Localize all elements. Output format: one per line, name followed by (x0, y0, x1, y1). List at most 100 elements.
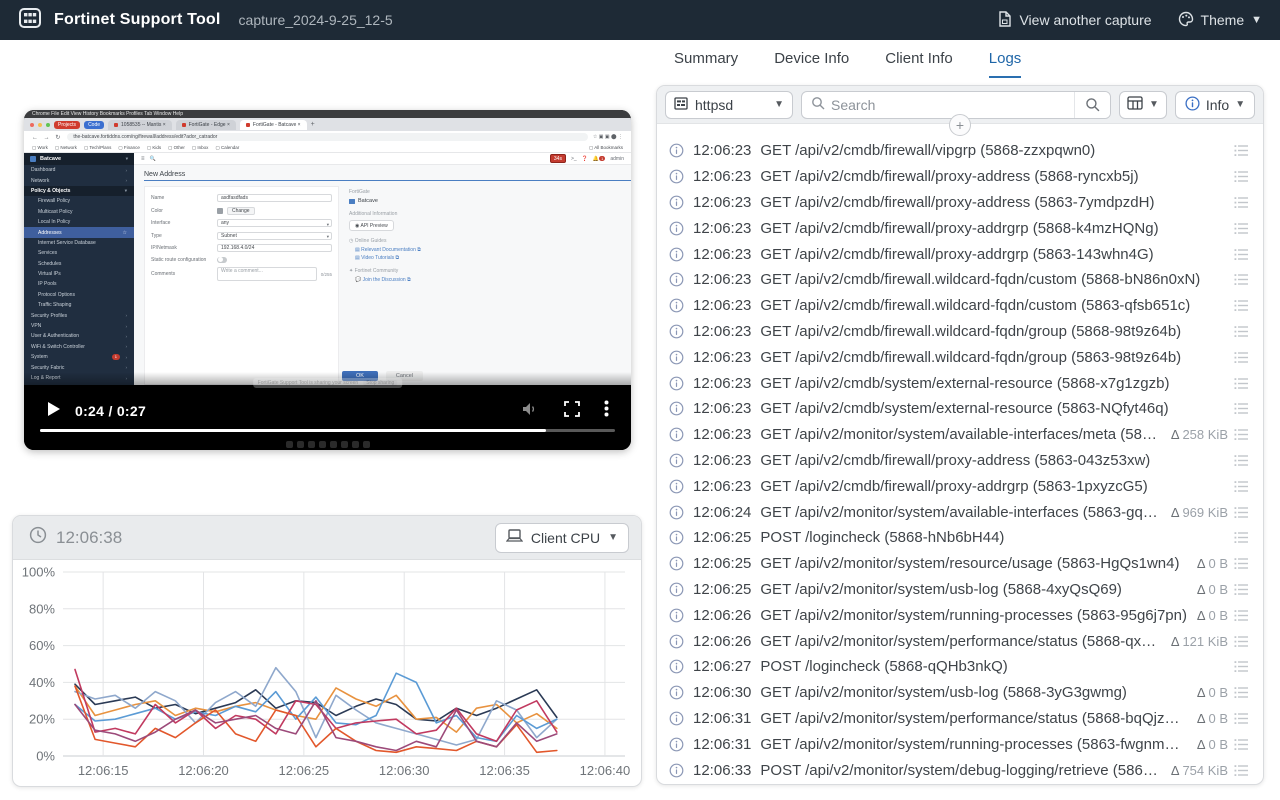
row-detail-menu-icon[interactable] (1234, 686, 1249, 699)
row-info-icon[interactable] (669, 556, 684, 571)
row-detail-menu-icon[interactable] (1234, 402, 1249, 415)
info-dropdown-button[interactable]: Info ▼ (1175, 91, 1255, 119)
tab-logs[interactable]: Logs (989, 50, 1022, 78)
row-info-icon[interactable] (669, 685, 684, 700)
log-row[interactable]: 12:06:26GET /api/v2/monitor/system/perfo… (657, 628, 1259, 654)
row-info-icon[interactable] (669, 427, 684, 442)
row-detail-menu-icon[interactable] (1234, 377, 1249, 390)
log-row[interactable]: 12:06:23GET /api/v2/cmdb/firewall/proxy-… (657, 473, 1259, 499)
row-detail-menu-icon[interactable] (1234, 273, 1249, 286)
row-detail-menu-icon[interactable] (1234, 609, 1249, 622)
log-row[interactable]: 12:06:23GET /api/v2/cmdb/firewall/proxy-… (657, 190, 1259, 216)
search-input[interactable] (825, 92, 1074, 118)
row-detail-menu-icon[interactable] (1234, 170, 1249, 183)
row-detail-menu-icon[interactable] (1234, 325, 1249, 338)
volume-muted-icon[interactable] (522, 401, 540, 422)
tab-device-info[interactable]: Device Info (774, 50, 849, 78)
row-detail-menu-icon[interactable] (1234, 660, 1249, 673)
log-row[interactable]: 12:06:25GET /api/v2/monitor/system/usb-l… (657, 577, 1259, 603)
tab-summary[interactable]: Summary (674, 50, 738, 78)
play-button[interactable] (46, 401, 61, 422)
row-detail-menu-icon[interactable] (1234, 248, 1249, 261)
process-filter-select[interactable]: httpsd ▼ (665, 91, 793, 119)
row-info-icon[interactable] (669, 324, 684, 339)
row-info-icon[interactable] (669, 298, 684, 313)
row-info-icon[interactable] (669, 143, 684, 158)
log-row[interactable]: 12:06:23GET /api/v2/cmdb/firewall.wildca… (657, 293, 1259, 319)
row-info-icon[interactable] (669, 401, 684, 416)
log-row[interactable]: 12:06:25GET /api/v2/monitor/system/resou… (657, 551, 1259, 577)
row-info-icon[interactable] (669, 453, 684, 468)
row-info-icon[interactable] (669, 479, 684, 494)
row-info-icon[interactable] (669, 195, 684, 210)
row-info-icon[interactable] (669, 608, 684, 623)
row-info-icon[interactable] (669, 376, 684, 391)
row-info-icon[interactable] (669, 350, 684, 365)
row-detail-menu-icon[interactable] (1234, 557, 1249, 570)
log-row[interactable]: 12:06:33POST /api/v2/monitor/system/debu… (657, 757, 1259, 783)
row-detail-menu-icon[interactable] (1234, 454, 1249, 467)
row-info-icon[interactable] (669, 505, 684, 520)
row-detail-menu-icon[interactable] (1234, 506, 1249, 519)
row-info-icon[interactable] (669, 582, 684, 597)
row-detail-menu-icon[interactable] (1234, 583, 1249, 596)
row-detail-menu-icon[interactable] (1234, 480, 1249, 493)
row-detail-menu-icon[interactable] (1234, 428, 1249, 441)
row-info-icon[interactable] (669, 247, 684, 262)
row-info-icon[interactable] (669, 634, 684, 649)
log-row[interactable]: 12:06:23GET /api/v2/cmdb/firewall/proxy-… (657, 448, 1259, 474)
row-detail-menu-icon[interactable] (1234, 299, 1249, 312)
log-row[interactable]: 12:06:23GET /api/v2/cmdb/firewall.wildca… (657, 319, 1259, 345)
row-detail-menu-icon[interactable] (1234, 738, 1249, 751)
row-info-icon[interactable] (669, 737, 684, 752)
row-detail-menu-icon[interactable] (1234, 144, 1249, 157)
log-row[interactable]: 12:06:31GET /api/v2/monitor/system/runni… (657, 731, 1259, 757)
log-row[interactable]: 12:06:30GET /api/v2/monitor/system/usb-l… (657, 680, 1259, 706)
view-another-capture-button[interactable]: View another capture (997, 11, 1151, 30)
row-detail-menu-icon[interactable] (1234, 222, 1249, 235)
row-detail-menu-icon[interactable] (1234, 635, 1249, 648)
row-info-icon[interactable] (669, 169, 684, 184)
fullscreen-button[interactable] (564, 401, 580, 422)
fortigate-nav-item: Policy & Objects▾ (24, 186, 134, 196)
row-info-icon[interactable] (669, 659, 684, 674)
log-time: 12:06:27 (693, 658, 751, 675)
search-submit-button[interactable] (1074, 92, 1110, 118)
row-info-icon[interactable] (669, 221, 684, 236)
log-time: 12:06:23 (693, 323, 751, 340)
row-detail-menu-icon[interactable] (1234, 712, 1249, 725)
row-info-icon[interactable] (669, 763, 684, 778)
column-layout-button[interactable]: ▼ (1119, 91, 1167, 119)
log-row[interactable]: 12:06:23GET /api/v2/cmdb/firewall/proxy-… (657, 164, 1259, 190)
row-info-icon[interactable] (669, 530, 684, 545)
row-detail-menu-icon[interactable] (1234, 196, 1249, 209)
log-row[interactable]: 12:06:23GET /api/v2/cmdb/firewall.wildca… (657, 344, 1259, 370)
row-detail-menu-icon[interactable] (1234, 764, 1249, 777)
capture-video-player[interactable]: Chrome File Edit View History Bookmarks … (24, 110, 631, 450)
row-info-icon[interactable] (669, 272, 684, 287)
video-progress-bar[interactable] (40, 429, 615, 432)
log-row[interactable]: 12:06:25POST /logincheck (5868-hNb6bH44) (657, 525, 1259, 551)
metric-selector-button[interactable]: Client CPU ▼ (495, 523, 629, 553)
log-row[interactable]: 12:06:24GET /api/v2/monitor/system/avail… (657, 499, 1259, 525)
load-more-button[interactable]: + (949, 114, 971, 136)
metric-chart-panel: 12:06:38 Client CPU ▼ 0%20%40%60%80%100%… (12, 515, 642, 787)
log-row[interactable]: 12:06:23GET /api/v2/cmdb/firewall.wildca… (657, 267, 1259, 293)
log-row[interactable]: 12:06:23GET /api/v2/monitor/system/avail… (657, 422, 1259, 448)
log-row[interactable]: 12:06:23GET /api/v2/cmdb/firewall/proxy-… (657, 241, 1259, 267)
log-row[interactable]: 12:06:23GET /api/v2/cmdb/firewall/proxy-… (657, 215, 1259, 241)
row-detail-menu-icon[interactable] (1234, 351, 1249, 364)
tab-client-info[interactable]: Client Info (885, 50, 953, 78)
log-row[interactable]: 12:06:27POST /logincheck (5868-qQHb3nkQ) (657, 654, 1259, 680)
theme-button[interactable]: Theme ▼ (1178, 11, 1262, 30)
log-row[interactable]: 12:06:23GET /api/v2/cmdb/system/external… (657, 370, 1259, 396)
video-menu-button[interactable] (604, 400, 609, 422)
log-row[interactable]: 12:06:23GET /api/v2/cmdb/firewall/vipgrp… (657, 138, 1259, 164)
row-info-icon[interactable] (669, 711, 684, 726)
log-row[interactable]: 12:06:26GET /api/v2/monitor/system/runni… (657, 602, 1259, 628)
fortigate-nav-item: Internet Service Database (24, 238, 134, 248)
log-row[interactable]: 12:06:23GET /api/v2/cmdb/system/external… (657, 396, 1259, 422)
log-row[interactable]: 12:06:31GET /api/v2/monitor/system/perfo… (657, 706, 1259, 732)
row-detail-menu-icon[interactable] (1234, 531, 1249, 544)
process-filter-value: httpsd (695, 97, 733, 113)
